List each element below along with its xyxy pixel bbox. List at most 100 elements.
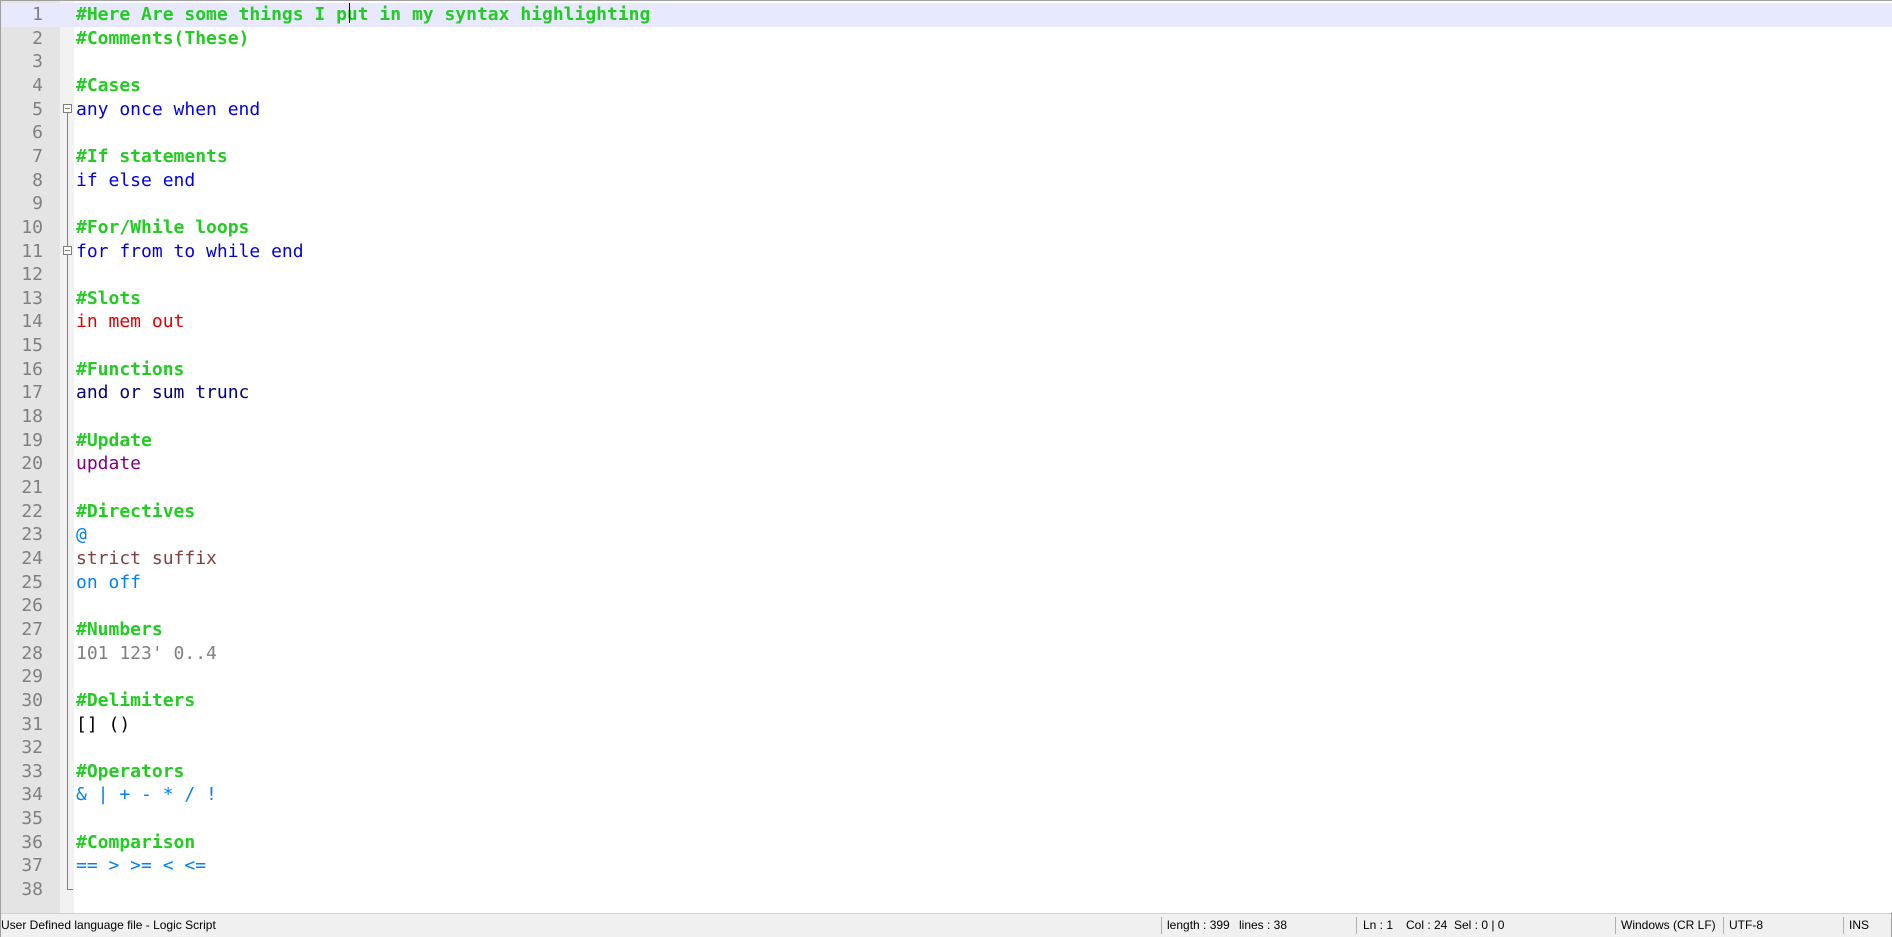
status-separator: [1161, 917, 1162, 934]
line-number: 14: [21, 311, 43, 333]
code-token: on off: [76, 571, 142, 593]
code-token: #Slots: [76, 287, 142, 309]
fold-guide: [67, 113, 68, 239]
editor-line[interactable]: 4 #Cases: [1, 74, 1892, 98]
line-number: 18: [21, 406, 43, 428]
editor-line[interactable]: 23 @: [1, 523, 1892, 547]
line-number: 4: [32, 74, 43, 96]
editor-line[interactable]: 19 #Update: [1, 429, 1892, 453]
line-code: @: [76, 523, 87, 547]
line-number: 1: [32, 4, 43, 25]
fold-toggle-icon[interactable]: [63, 246, 72, 255]
editor-line[interactable]: 17 and or sum trunc: [1, 381, 1892, 405]
line-code: #Slots: [76, 287, 141, 311]
editor-line[interactable]: 9: [1, 192, 1892, 216]
fold-end-marker: [67, 889, 73, 890]
line-number: 36: [21, 831, 43, 853]
line-code: #For/While loops: [76, 216, 249, 240]
line-number: 9: [32, 193, 43, 215]
code-token: #Cases: [76, 74, 142, 96]
line-number: 2: [32, 27, 43, 49]
editor-line[interactable]: 28 101 123' 0..4: [1, 642, 1892, 666]
editor-line[interactable]: 21: [1, 476, 1892, 500]
editor-line[interactable]: 25 on off: [1, 571, 1892, 595]
editor-line[interactable]: 14 in mem out: [1, 310, 1892, 334]
editor-line[interactable]: 24 strict suffix: [1, 547, 1892, 571]
code-token: #Comments(These): [76, 27, 250, 49]
text-cursor: [349, 3, 350, 23]
editor-line[interactable]: 5 any once when end: [1, 98, 1892, 122]
line-number: 29: [21, 666, 43, 688]
line-number: 24: [21, 547, 43, 569]
line-number: 10: [21, 216, 43, 238]
line-number: 23: [21, 524, 43, 546]
status-encoding[interactable]: UTF-8: [1729, 914, 1763, 937]
status-ln: Ln : 1: [1363, 918, 1394, 932]
line-code: #Functions: [76, 358, 184, 382]
editor-line[interactable]: 22 #Directives: [1, 500, 1892, 524]
line-number: 25: [21, 571, 43, 593]
status-eol[interactable]: Windows (CR LF): [1621, 914, 1716, 937]
line-number: 15: [21, 335, 43, 357]
editor-line[interactable]: 27 #Numbers: [1, 618, 1892, 642]
editor-line[interactable]: 34 & | + - * / !: [1, 783, 1892, 807]
line-number: 31: [21, 713, 43, 735]
editor-line[interactable]: 8 if else end: [1, 169, 1892, 193]
code-token: #Directives: [76, 500, 196, 522]
line-number: 17: [21, 382, 43, 404]
code-token: and or sum trunc: [76, 382, 250, 404]
line-code: #If statements: [76, 145, 228, 169]
editor-line[interactable]: 18: [1, 405, 1892, 429]
editor-line[interactable]: 26: [1, 594, 1892, 618]
line-number: 16: [21, 358, 43, 380]
editor-line[interactable]: 33 #Operators: [1, 760, 1892, 784]
code-token: any once when end: [76, 98, 261, 120]
editor-line[interactable]: 32: [1, 736, 1892, 760]
code-token: #Here Are some things I put in my syntax…: [76, 4, 651, 25]
status-length: length : 399: [1167, 918, 1230, 932]
editor-pane[interactable]: 1 #Here Are some things I put in my synta…: [1, 1, 1892, 913]
editor-line[interactable]: 6: [1, 121, 1892, 145]
editor-line[interactable]: 13 #Slots: [1, 287, 1892, 311]
line-number: 20: [21, 453, 43, 475]
editor-line[interactable]: 35: [1, 807, 1892, 831]
code-token: #Comparison: [76, 831, 196, 853]
editor-line[interactable]: 16 #Functions: [1, 358, 1892, 382]
editor-line[interactable]: 29: [1, 665, 1892, 689]
code-token: & | + - * / !: [76, 784, 217, 806]
editor-line[interactable]: 7 #If statements: [1, 145, 1892, 169]
line-number: 6: [32, 122, 43, 144]
line-code: if else end: [76, 169, 195, 193]
editor-line[interactable]: 3: [1, 50, 1892, 74]
code-token: update: [76, 453, 142, 475]
line-number: 12: [21, 264, 43, 286]
editor-line[interactable]: 38: [1, 878, 1892, 902]
line-number: 7: [32, 145, 43, 167]
notepad-window: 1 #Here Are some things I put in my synta…: [0, 0, 1892, 937]
editor-line[interactable]: 20 update: [1, 452, 1892, 476]
fold-toggle-icon[interactable]: [63, 104, 72, 113]
code-token: == > >= < <=: [76, 855, 207, 877]
editor-line[interactable]: 11 for from to while end: [1, 240, 1892, 264]
status-mode[interactable]: INS: [1849, 914, 1869, 937]
status-separator: [1843, 917, 1844, 934]
line-number: 38: [21, 879, 43, 901]
editor-line[interactable]: 31 [] (): [1, 713, 1892, 737]
editor-line[interactable]: 15: [1, 334, 1892, 358]
line-code: update: [76, 452, 141, 476]
code-token: #For/While loops: [76, 216, 250, 238]
code-token: #Operators: [76, 760, 185, 782]
line-code: & | + - * / !: [76, 783, 217, 807]
line-code: [] (): [76, 713, 130, 737]
editor-line[interactable]: 30 #Delimiters: [1, 689, 1892, 713]
line-number: 35: [21, 808, 43, 830]
line-code: on off: [76, 571, 141, 595]
editor-line[interactable]: 37 == > >= < <=: [1, 854, 1892, 878]
editor-line[interactable]: 1 #Here Are some things I put in my synta…: [1, 3, 1892, 27]
line-number: 3: [32, 51, 43, 73]
editor-line[interactable]: 12: [1, 263, 1892, 287]
code-token: in mem out: [76, 311, 185, 333]
editor-line[interactable]: 10 #For/While loops: [1, 216, 1892, 240]
editor-line[interactable]: 2 #Comments(These): [1, 27, 1892, 51]
editor-line[interactable]: 36 #Comparison: [1, 831, 1892, 855]
